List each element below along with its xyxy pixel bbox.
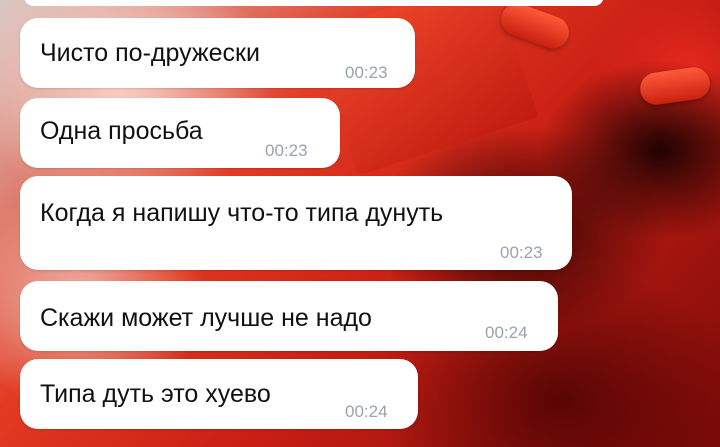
message-timestamp: 00:24 [485,323,528,342]
message-timestamp: 00:23 [500,243,543,262]
message-timestamp: 00:23 [265,141,308,160]
message-text: Чисто по-дружески [40,39,260,67]
message-text: Когда я напишу что-то типа дунуть [40,199,444,227]
message-bubble[interactable]: Чисто по-дружески 00:23 [20,18,415,88]
previous-message-bubble-edge [24,0,604,6]
message-timestamp: 00:24 [345,402,388,421]
message-bubble[interactable]: Типа дуть это хуево 00:24 [20,359,418,429]
message-bubble[interactable]: Скажи может лучше не надо 00:24 [20,281,558,351]
message-text: Одна просьба [40,117,203,145]
message-timestamp: 00:23 [345,63,388,82]
background-nail [638,65,712,107]
message-bubble[interactable]: Когда я напишу что-то типа дунуть 00:23 [20,176,572,270]
message-text: Типа дуть это хуево [40,380,271,408]
message-text: Скажи может лучше не надо [40,304,372,332]
message-bubble[interactable]: Одна просьба 00:23 [20,98,340,168]
